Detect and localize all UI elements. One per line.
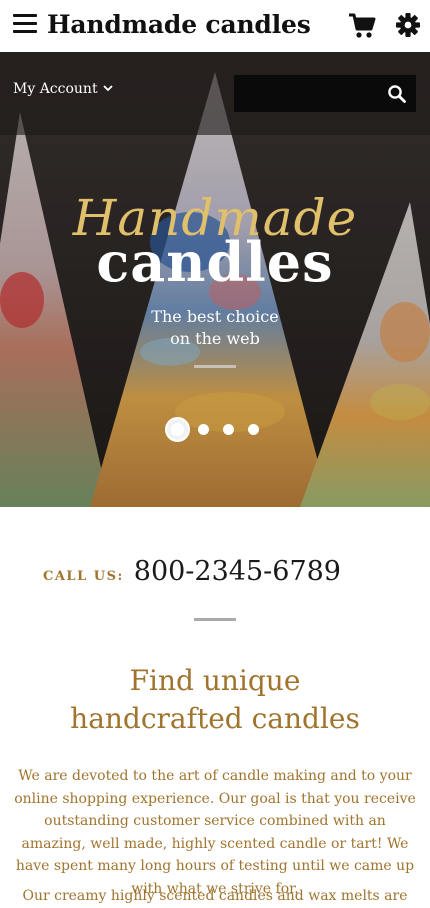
- my-account-label: My Account: [13, 81, 98, 97]
- top-bar: Handmade candles: [0, 0, 430, 52]
- search-icon[interactable]: [387, 84, 407, 104]
- slider-dot-4[interactable]: [248, 424, 259, 435]
- hero-subtitle-line2: on the web: [170, 329, 260, 348]
- slider-dot-2[interactable]: [198, 424, 209, 435]
- call-us-row: CALL US: 800-2345-6789: [43, 556, 341, 587]
- hero-slider: My Account Handmade candles The best cho…: [0, 52, 430, 507]
- slider-dot-3[interactable]: [223, 424, 234, 435]
- search-input[interactable]: [234, 75, 394, 112]
- site-title[interactable]: Handmade candles: [47, 10, 311, 39]
- about-paragraph-2: Our creamy highly scented candles and wa…: [22, 888, 408, 904]
- gear-icon[interactable]: [395, 12, 421, 38]
- shopping-cart-icon[interactable]: [348, 13, 376, 39]
- about-heading-line1: Find unique: [129, 664, 301, 697]
- about-heading: Find unique handcrafted candles: [0, 662, 430, 738]
- slider-pagination: [0, 417, 430, 442]
- section-divider: [194, 618, 236, 621]
- hero-subtitle-line1: The best choice: [151, 307, 279, 326]
- my-account-dropdown[interactable]: My Account: [13, 81, 113, 97]
- about-heading-line2: handcrafted candles: [70, 702, 360, 735]
- chevron-down-icon: [102, 84, 113, 91]
- about-paragraph: We are devoted to the art of candle maki…: [14, 768, 416, 897]
- hamburger-menu-icon[interactable]: [13, 14, 37, 36]
- hero-subtitle: The best choice on the web: [0, 306, 430, 350]
- hero-divider: [194, 365, 236, 368]
- search-box: [234, 75, 416, 112]
- phone-number[interactable]: 800-2345-6789: [134, 556, 341, 587]
- hero-main-text: candles: [96, 230, 334, 294]
- slider-dot-1[interactable]: [165, 417, 190, 442]
- account-search-bar: My Account: [0, 52, 430, 135]
- call-us-label: CALL US:: [43, 569, 124, 584]
